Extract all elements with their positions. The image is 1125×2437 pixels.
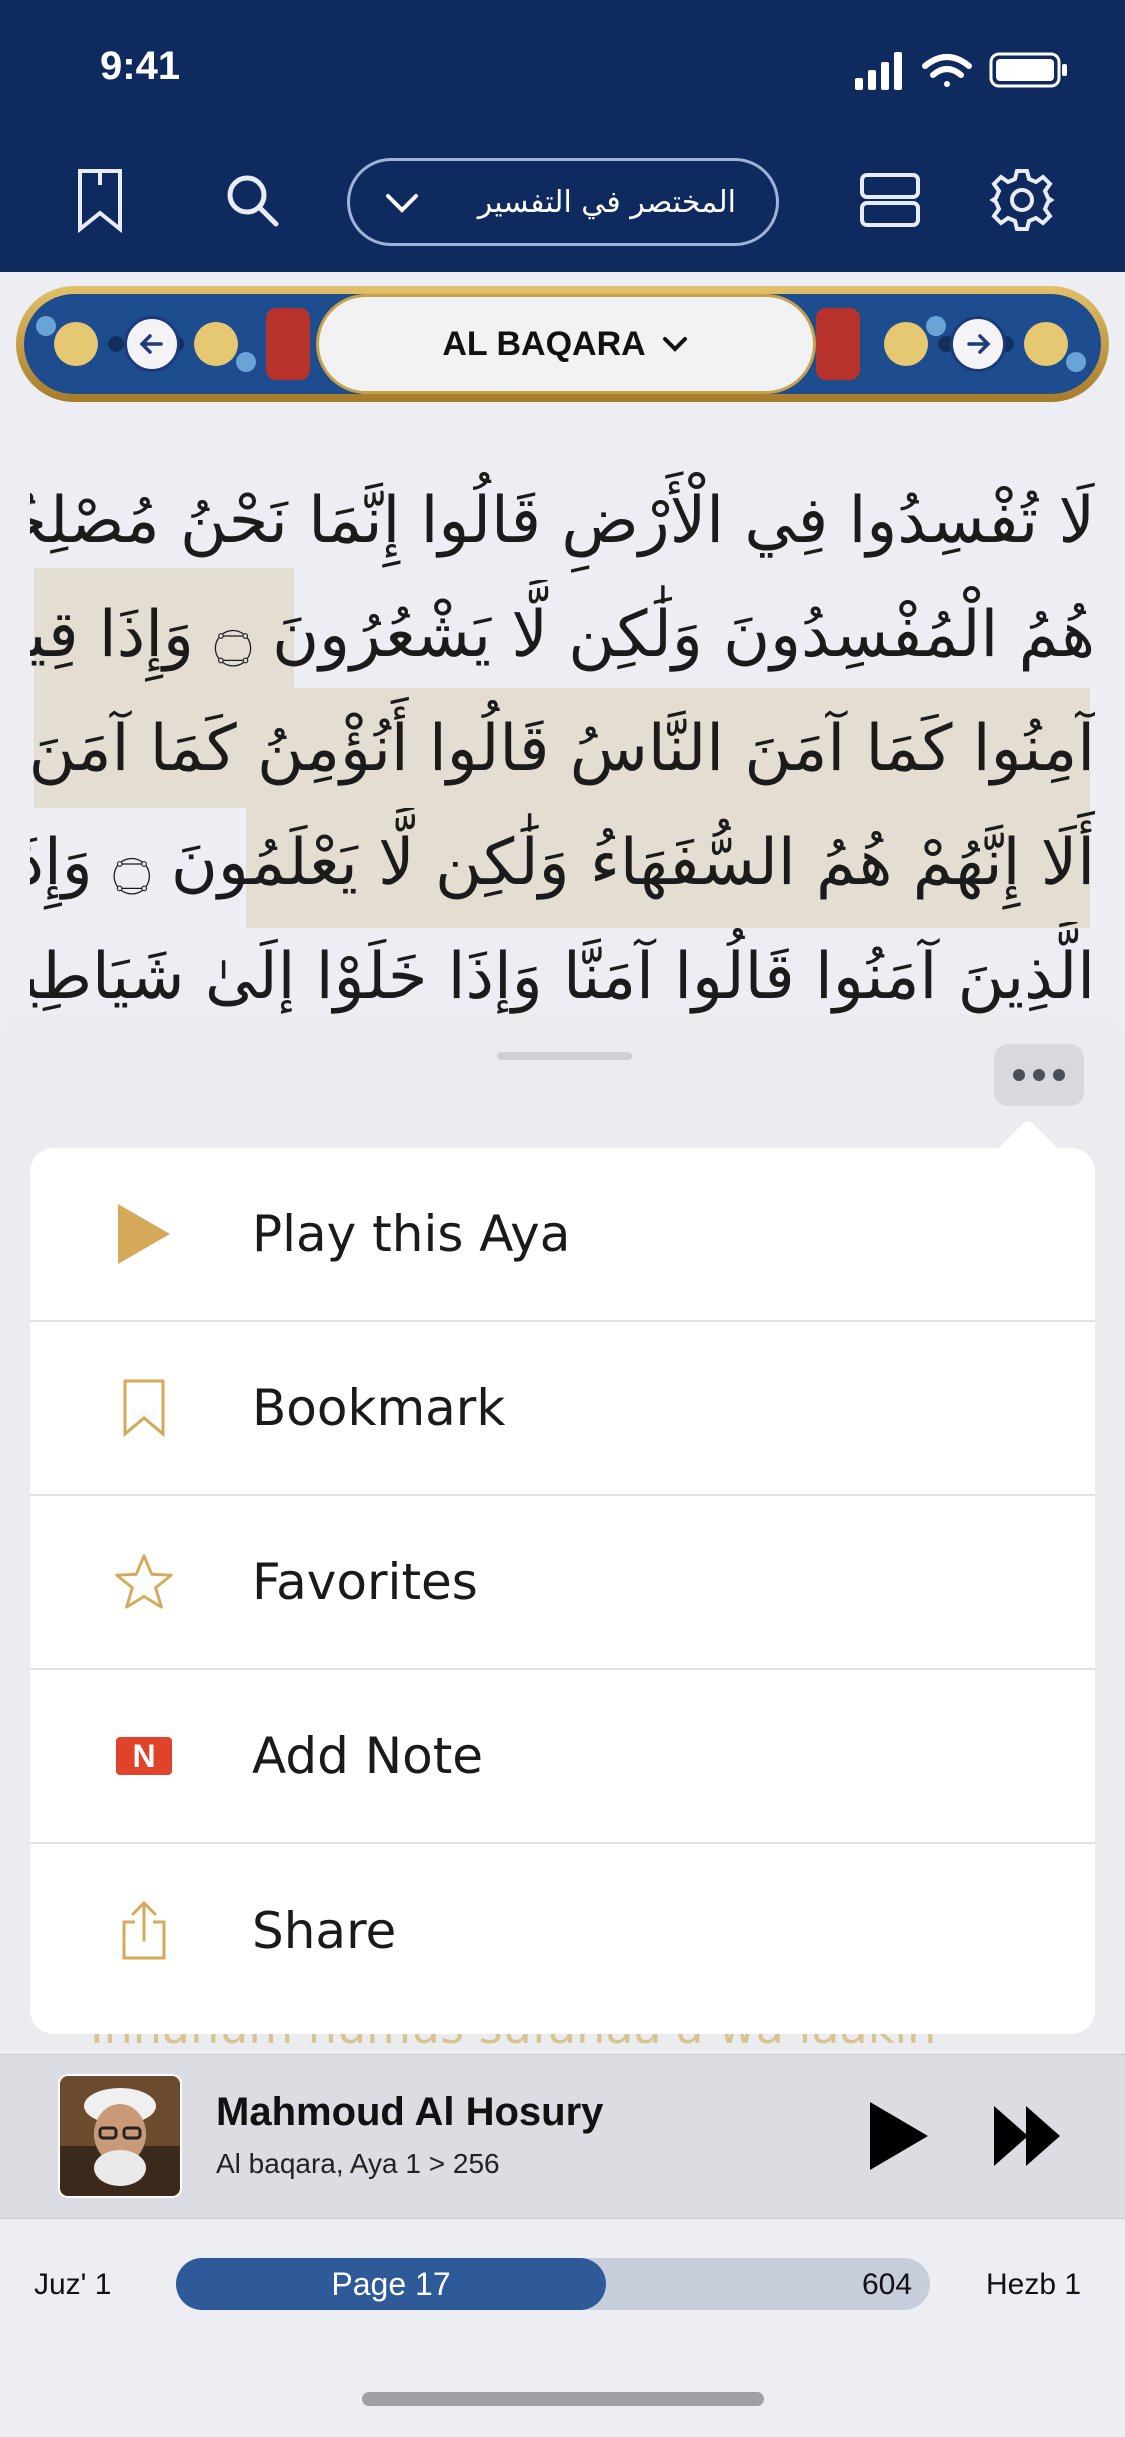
menu-item-favorites[interactable]: Favorites: [30, 1496, 1095, 1670]
play-icon[interactable]: [866, 2098, 932, 2174]
quran-line: أَلَا إِنَّهُمْ هُمُ السُّفَهَاءُ وَلَٰك…: [30, 826, 1095, 900]
arrow-right-icon: [967, 334, 991, 354]
chevron-down-icon: [386, 194, 418, 213]
hezb-label: Hezb 1: [986, 2268, 1082, 2301]
signal-icon: [855, 52, 902, 90]
home-indicator[interactable]: [362, 2392, 764, 2406]
surah-title: AL BAQARA: [442, 324, 646, 363]
reciter-subtitle: Al baqara, Aya 1 > 256: [216, 2148, 500, 2179]
surah-selector[interactable]: AL BAQARA: [316, 294, 816, 394]
bookmark-icon: [114, 1373, 174, 1443]
note-badge: N: [116, 1737, 172, 1775]
bookmark-icon[interactable]: [60, 160, 140, 240]
status-time: 9:41: [100, 44, 181, 88]
star-icon: [114, 1547, 174, 1617]
search-icon[interactable]: [212, 160, 292, 240]
current-page: Page 17: [331, 2265, 451, 2302]
menu-item-add-note[interactable]: N Add Note: [30, 1670, 1095, 1844]
arrow-left-icon: [139, 334, 163, 354]
more-options-button[interactable]: [994, 1044, 1084, 1106]
fast-forward-icon[interactable]: [992, 2104, 1062, 2168]
menu-item-label: Play this Aya: [252, 1205, 571, 1263]
next-surah-button[interactable]: [950, 316, 1006, 372]
total-pages: 604: [862, 2268, 913, 2301]
share-icon: [114, 1896, 174, 1966]
page-slider-fill[interactable]: Page 17: [176, 2258, 606, 2310]
play-icon: [114, 1199, 174, 1269]
note-icon: N: [114, 1721, 174, 1791]
gear-icon[interactable]: [982, 160, 1062, 240]
chevron-down-icon: [662, 337, 687, 352]
menu-item-label: Share: [252, 1902, 397, 1960]
menu-item-label: Favorites: [252, 1553, 478, 1611]
status-icons: [855, 52, 1067, 90]
wifi-icon: [922, 54, 972, 87]
juz-label: Juz' 1: [34, 2268, 112, 2301]
reciter-name: Mahmoud Al Hosury: [216, 2090, 604, 2134]
quran-line: الَّذِينَ آمَنُوا قَالُوا آمَنَّا وَإِذَ…: [30, 940, 1095, 1014]
tafsir-label: المختصر في التفسير: [477, 184, 736, 220]
quran-page[interactable]: لَا تُفْسِدُوا فِي الْأَرْضِ قَالُوا إِن…: [0, 402, 1125, 1022]
quran-line: هُمُ الْمُفْسِدُونَ وَلَٰكِن لَّا يَشْعُ…: [30, 598, 1095, 672]
menu-item-play[interactable]: Play this Aya: [30, 1148, 1095, 1322]
aya-action-menu: Play this Aya Bookmark Favorites N Add N…: [30, 1148, 1095, 2034]
menu-item-label: Add Note: [252, 1727, 484, 1785]
quran-line: آمِنُوا كَمَا آمَنَ النَّاسُ قَالُوا أَن…: [30, 712, 1095, 786]
layout-icon[interactable]: [850, 160, 930, 240]
battery-icon: [989, 52, 1067, 88]
reciter-avatar[interactable]: [58, 2074, 182, 2198]
prev-surah-button[interactable]: [124, 316, 180, 372]
tafsir-selector[interactable]: المختصر في التفسير: [347, 158, 779, 246]
menu-item-label: Bookmark: [252, 1379, 506, 1437]
quran-line: لَا تُفْسِدُوا فِي الْأَرْضِ قَالُوا إِن…: [30, 484, 1095, 558]
more-icon: [1013, 1069, 1025, 1081]
sheet-grabber[interactable]: [497, 1052, 632, 1060]
menu-item-share[interactable]: Share: [30, 1844, 1095, 2018]
menu-item-bookmark[interactable]: Bookmark: [30, 1322, 1095, 1496]
